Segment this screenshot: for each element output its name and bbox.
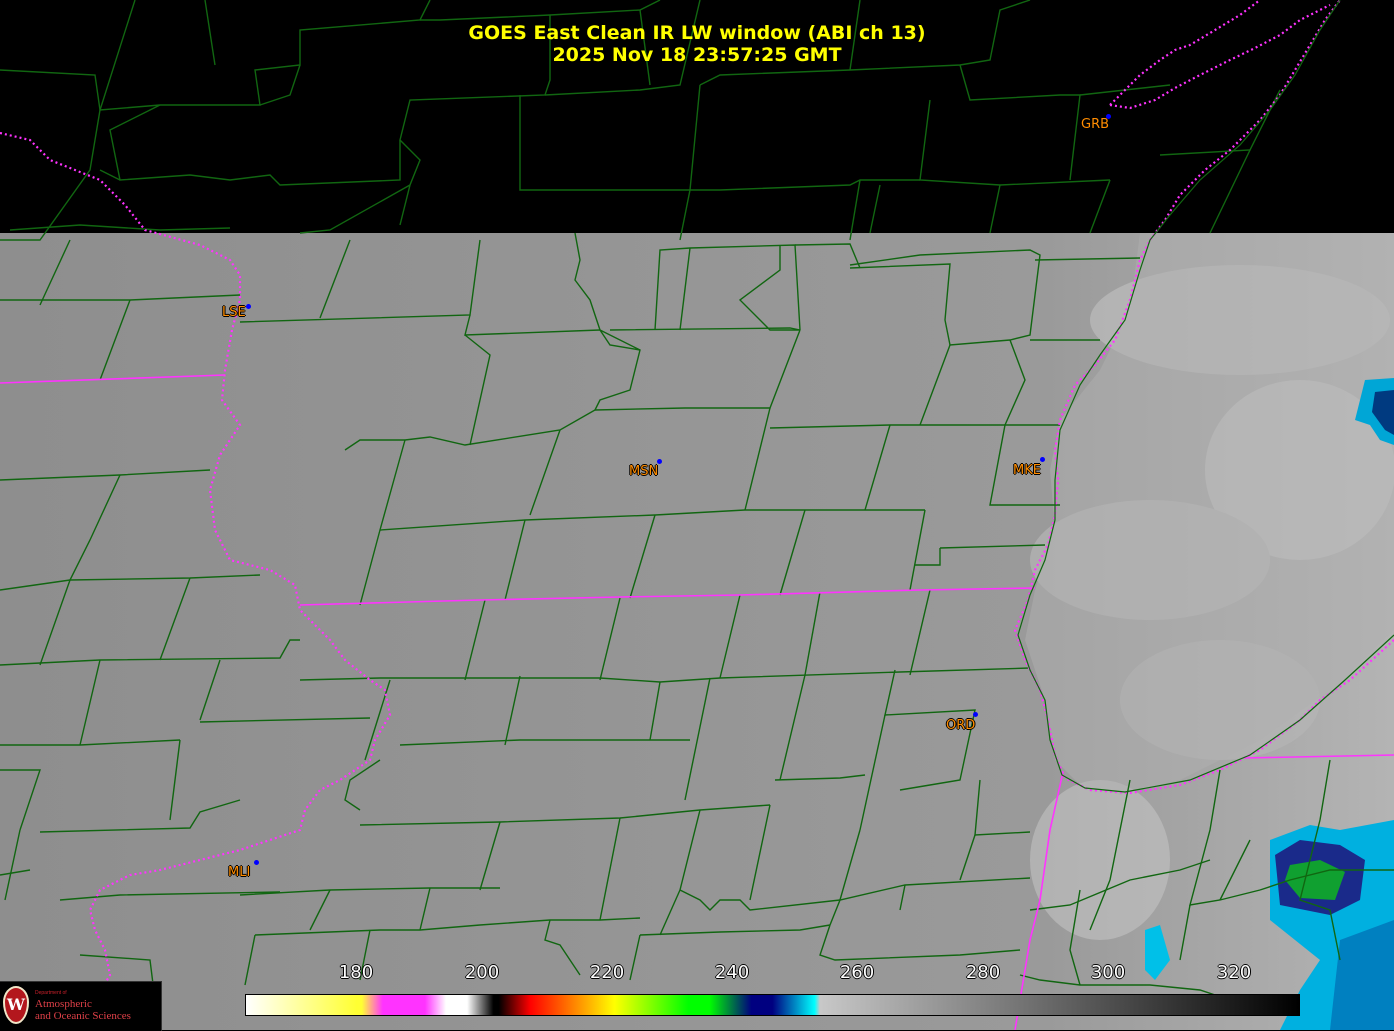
logo-line-2: and Oceanic Sciences (35, 1010, 131, 1022)
colorbar-tick-200: 200 (464, 962, 500, 983)
logo-line-1: Atmospheric (35, 998, 92, 1010)
uw-crest-icon: W (3, 986, 29, 1024)
station-dot-ord (973, 712, 978, 717)
colorbar-tick-240: 240 (714, 962, 750, 983)
station-dot-mke (1040, 457, 1045, 462)
station-label-mli: MLI (228, 865, 251, 880)
station-label-mke: MKE (1013, 463, 1041, 478)
logo-dept-text: Department of (35, 990, 67, 996)
station-label-msn: MSN (629, 464, 659, 479)
temperature-colorbar (245, 994, 1300, 1016)
satellite-ir-map (0, 0, 1394, 1030)
station-dot-lse (246, 304, 251, 309)
station-dot-mli (254, 860, 259, 865)
image-timestamp: 2025 Nov 18 23:57:25 GMT (552, 44, 842, 66)
colorbar-tick-220: 220 (589, 962, 625, 983)
colorbar-tick-180: 180 (338, 962, 374, 983)
station-label-lse: LSE (222, 305, 246, 320)
station-label-ord: ORD (946, 718, 976, 733)
colorbar-tick-320: 320 (1216, 962, 1252, 983)
colorbar-tick-300: 300 (1090, 962, 1126, 983)
image-title: GOES East Clean IR LW window (ABI ch 13) (468, 22, 926, 44)
aos-logo: W Department of Atmospheric and Oceanic … (0, 981, 162, 1031)
colorbar-tick-260: 260 (839, 962, 875, 983)
station-label-grb: GRB (1081, 117, 1110, 132)
colorbar-tick-280: 280 (965, 962, 1001, 983)
